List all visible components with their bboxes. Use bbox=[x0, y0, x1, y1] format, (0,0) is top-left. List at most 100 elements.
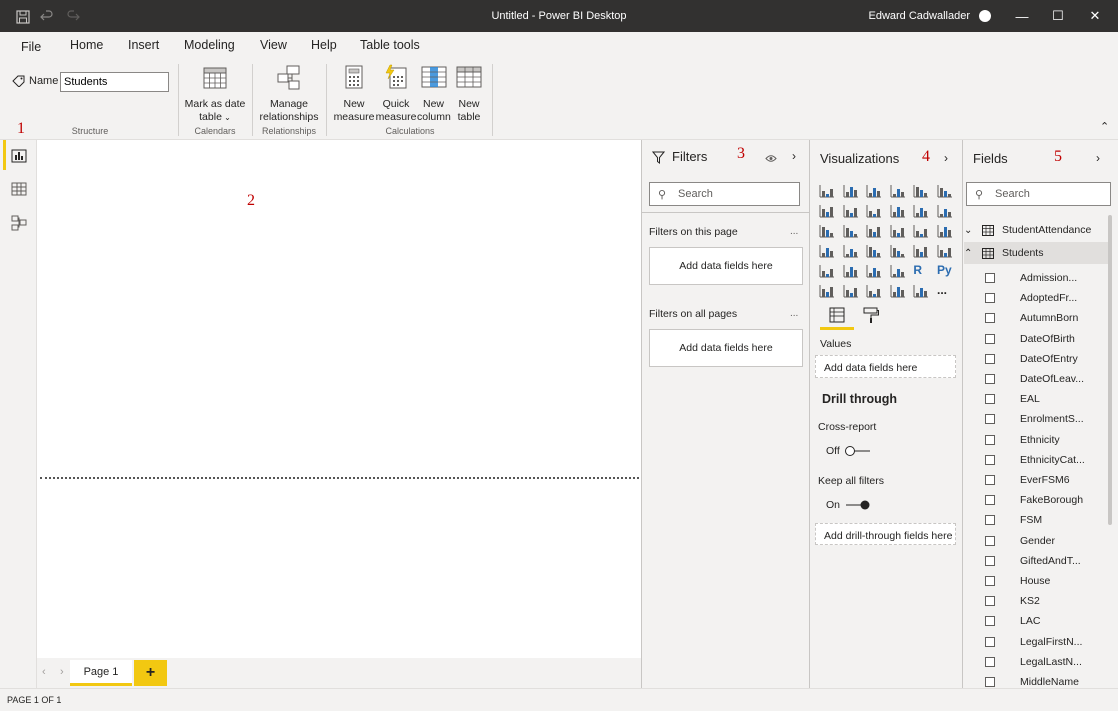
mark-as-date-table-button[interactable]: Mark as date table ⌄ bbox=[183, 64, 247, 124]
field-item[interactable]: EthnicityCat... bbox=[985, 454, 1085, 466]
field-checkbox[interactable] bbox=[985, 353, 995, 364]
field-checkbox[interactable] bbox=[985, 596, 995, 607]
field-item[interactable]: LAC bbox=[985, 615, 1040, 627]
qa-visual-icon[interactable] bbox=[866, 284, 882, 298]
new-column-button[interactable]: New column bbox=[417, 64, 451, 124]
fields-scrollbar[interactable] bbox=[1108, 215, 1112, 525]
values-dropzone[interactable]: Add data fields here bbox=[815, 355, 956, 378]
field-checkbox[interactable] bbox=[985, 414, 995, 425]
table-item-studentattendance[interactable]: ⌄ StudentAttendance bbox=[964, 219, 1110, 241]
paginated-report-icon[interactable] bbox=[913, 284, 929, 298]
field-item[interactable]: DateOfLeav... bbox=[985, 373, 1084, 385]
stacked-area-chart-icon[interactable] bbox=[866, 204, 882, 218]
field-checkbox[interactable] bbox=[985, 434, 995, 445]
close-button[interactable]: ✕ bbox=[1085, 6, 1105, 26]
stacked-bar-chart-icon[interactable] bbox=[819, 184, 835, 198]
field-checkbox[interactable] bbox=[985, 454, 995, 465]
new-measure-button[interactable]: New measure bbox=[333, 64, 375, 124]
100-stacked-column-chart-icon[interactable] bbox=[937, 184, 953, 198]
filled-map-icon[interactable] bbox=[843, 244, 859, 258]
smart-narrative-icon[interactable] bbox=[890, 284, 906, 298]
ribbon-chart-icon[interactable] bbox=[937, 204, 953, 218]
table-visual-icon[interactable] bbox=[866, 264, 882, 278]
paint-roller-icon[interactable] bbox=[862, 306, 880, 324]
field-checkbox[interactable] bbox=[985, 273, 995, 283]
field-item[interactable]: DateOfEntry bbox=[985, 353, 1078, 365]
tab-home[interactable]: Home bbox=[70, 38, 103, 52]
table-name-input[interactable] bbox=[60, 72, 169, 92]
field-item[interactable]: House bbox=[985, 575, 1050, 587]
filters-search-input[interactable]: ⚲ Search bbox=[649, 182, 800, 206]
report-view-icon[interactable] bbox=[10, 147, 28, 165]
field-checkbox[interactable] bbox=[985, 293, 995, 304]
donut-chart-icon[interactable] bbox=[913, 224, 929, 238]
add-page-button[interactable]: + bbox=[134, 660, 167, 686]
field-checkbox[interactable] bbox=[985, 515, 995, 526]
line-clustered-column-icon[interactable] bbox=[890, 204, 906, 218]
slicer-icon[interactable] bbox=[843, 264, 859, 278]
collapse-filters-icon[interactable]: › bbox=[792, 149, 796, 163]
manage-relationships-button[interactable]: Manage relationships bbox=[256, 64, 322, 124]
tab-view[interactable]: View bbox=[260, 38, 287, 52]
stacked-column-chart-icon[interactable] bbox=[843, 184, 859, 198]
field-checkbox[interactable] bbox=[985, 495, 995, 506]
field-checkbox[interactable] bbox=[985, 656, 995, 667]
waterfall-chart-icon[interactable] bbox=[819, 224, 835, 238]
table-item-students[interactable]: ⌃ Students bbox=[964, 242, 1112, 264]
filters-page-dropzone[interactable]: Add data fields here bbox=[649, 247, 803, 285]
kpi-icon[interactable] bbox=[819, 264, 835, 278]
field-checkbox[interactable] bbox=[985, 333, 995, 344]
field-checkbox[interactable] bbox=[985, 677, 995, 687]
collapse-visualizations-icon[interactable]: › bbox=[944, 151, 948, 165]
clustered-column-chart-icon[interactable] bbox=[890, 184, 906, 198]
python-visual-icon[interactable]: Py bbox=[937, 263, 952, 277]
eye-icon[interactable] bbox=[765, 154, 777, 163]
key-influencers-icon[interactable] bbox=[819, 284, 835, 298]
more-options-icon[interactable]: ... bbox=[790, 308, 798, 319]
map-icon[interactable] bbox=[819, 244, 835, 258]
keep-all-filters-toggle[interactable]: On bbox=[826, 499, 872, 511]
clustered-bar-chart-icon[interactable] bbox=[866, 184, 882, 198]
area-chart-icon[interactable] bbox=[843, 204, 859, 218]
filters-all-pages-dropzone[interactable]: Add data fields here bbox=[649, 329, 803, 367]
field-item[interactable]: Admission... bbox=[985, 272, 1077, 284]
cross-report-toggle[interactable]: Off bbox=[826, 445, 872, 457]
field-item[interactable]: FakeBorough bbox=[985, 494, 1083, 506]
data-view-icon[interactable] bbox=[10, 180, 28, 198]
field-checkbox[interactable] bbox=[985, 555, 995, 566]
multi-row-card-icon[interactable] bbox=[937, 244, 953, 258]
tab-insert[interactable]: Insert bbox=[128, 38, 159, 52]
field-item[interactable]: GiftedAndT... bbox=[985, 555, 1081, 567]
field-checkbox[interactable] bbox=[985, 394, 995, 405]
funnel-chart-icon[interactable] bbox=[843, 224, 859, 238]
field-item[interactable]: DateOfBirth bbox=[985, 333, 1075, 345]
quick-measure-button[interactable]: Quick measure bbox=[375, 64, 417, 124]
maximize-button[interactable]: ☐ bbox=[1048, 6, 1068, 26]
field-item[interactable]: EAL bbox=[985, 393, 1040, 405]
new-table-button[interactable]: New table bbox=[452, 64, 486, 124]
field-checkbox[interactable] bbox=[985, 636, 995, 647]
field-item[interactable]: LegalFirstN... bbox=[985, 636, 1082, 648]
prev-page-icon[interactable]: ‹ bbox=[42, 666, 46, 678]
line-stacked-column-icon[interactable] bbox=[913, 204, 929, 218]
line-chart-icon[interactable] bbox=[819, 204, 835, 218]
fields-search-input[interactable]: ⚲ Search bbox=[966, 182, 1111, 206]
field-item[interactable]: EverFSM6 bbox=[985, 474, 1070, 486]
collapse-ribbon-icon[interactable]: ⌃ bbox=[1100, 120, 1109, 133]
treemap-icon[interactable] bbox=[937, 224, 953, 238]
collapse-fields-icon[interactable]: › bbox=[1096, 151, 1100, 165]
field-item[interactable]: KS2 bbox=[985, 595, 1040, 607]
field-item[interactable]: Ethnicity bbox=[985, 434, 1060, 446]
drill-through-dropzone[interactable]: Add drill-through fields here bbox=[815, 523, 956, 545]
field-checkbox[interactable] bbox=[985, 616, 995, 627]
field-item[interactable]: FSM bbox=[985, 514, 1042, 526]
field-item[interactable]: LegalLastN... bbox=[985, 656, 1082, 668]
field-checkbox[interactable] bbox=[985, 475, 995, 485]
tab-table-tools[interactable]: Table tools bbox=[360, 38, 420, 52]
field-item[interactable]: EnrolmentS... bbox=[985, 413, 1084, 425]
page-tab[interactable]: Page 1 bbox=[70, 660, 132, 686]
gauge-icon[interactable] bbox=[890, 244, 906, 258]
model-view-icon[interactable] bbox=[10, 214, 28, 232]
field-item[interactable]: AutumnBorn bbox=[985, 312, 1078, 324]
decomposition-tree-icon[interactable] bbox=[843, 284, 859, 298]
